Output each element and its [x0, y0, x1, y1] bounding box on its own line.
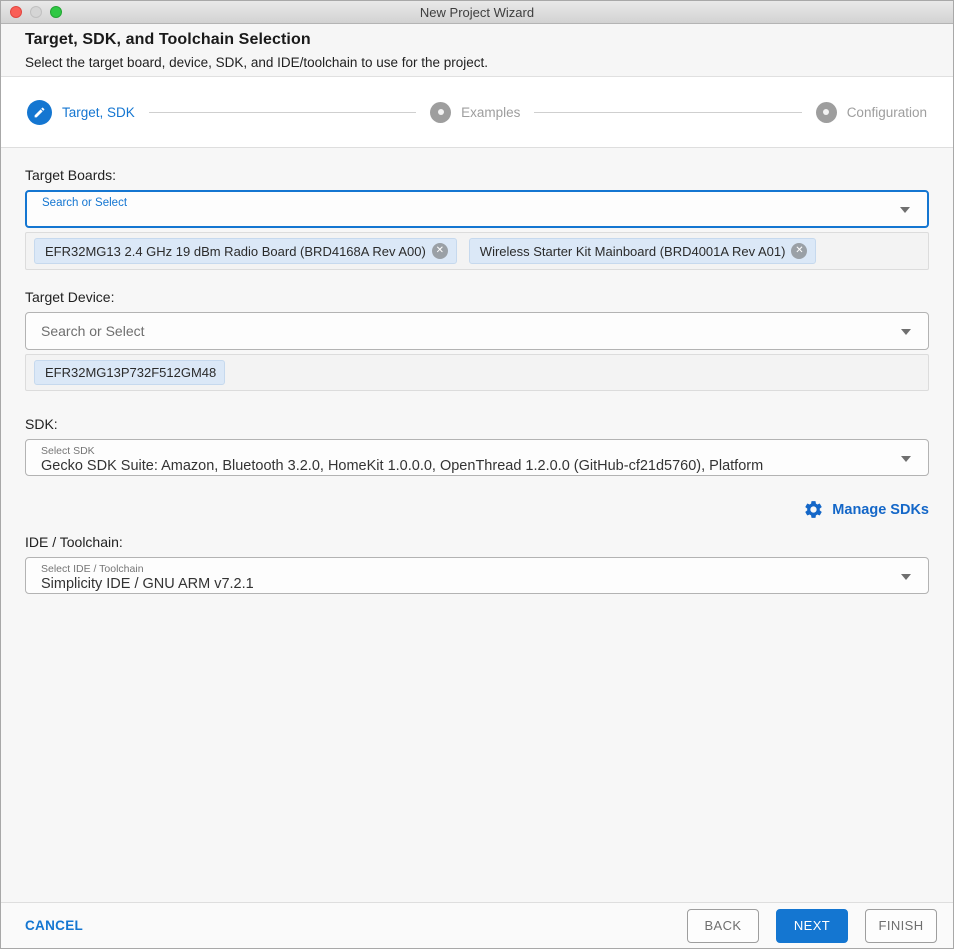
target-device-label: Target Device: [25, 289, 115, 305]
target-boards-combobox[interactable]: Search or Select [25, 190, 929, 228]
target-boards-label: Target Boards: [25, 167, 117, 183]
target-boards-chip-row: EFR32MG13 2.4 GHz 19 dBm Radio Board (BR… [25, 232, 929, 270]
stepper-connector [148, 111, 417, 113]
back-button[interactable]: BACK [687, 908, 759, 943]
ide-toolchain-combobox[interactable]: Select IDE / Toolchain Simplicity IDE / … [25, 557, 929, 594]
target-boards-placeholder: Search or Select [42, 197, 128, 209]
window-title: New Project Wizard [419, 4, 535, 20]
board-chip-label: EFR32MG13 2.4 GHz 19 dBm Radio Board (BR… [45, 243, 426, 259]
page-title: Target, SDK, and Toolchain Selection [25, 31, 311, 48]
target-device-chip-row: EFR32MG13P732F512GM48 [25, 354, 929, 391]
page-subtitle: Select the target board, device, SDK, an… [25, 55, 489, 70]
finish-button[interactable]: FINISH [865, 908, 937, 943]
manage-sdks-button[interactable]: Manage SDKs [803, 499, 929, 520]
wizard-content: Target Boards: Search or Select EFR32MG1… [1, 148, 953, 902]
step-label: Target, SDK [62, 104, 135, 120]
step-label: Examples [461, 104, 521, 120]
step-dot-icon [430, 101, 452, 123]
step-label: Configuration [846, 104, 927, 120]
board-chip: EFR32MG13 2.4 GHz 19 dBm Radio Board (BR… [34, 238, 457, 264]
titlebar: New Project Wizard [1, 1, 953, 24]
chevron-down-icon[interactable] [900, 207, 910, 213]
target-device-combobox[interactable]: Search or Select [25, 312, 929, 350]
remove-chip-icon[interactable]: ✕ [791, 243, 808, 259]
target-device-placeholder: Search or Select [41, 323, 145, 339]
device-chip-label: EFR32MG13P732F512GM48 [45, 365, 217, 380]
board-chip: Wireless Starter Kit Mainboard (BRD4001A… [468, 238, 817, 264]
manage-sdks-label: Manage SDKs [832, 501, 929, 518]
wizard-stepper: Target, SDK Examples Configuration [1, 77, 953, 148]
device-chip: EFR32MG13P732F512GM48 [34, 360, 226, 385]
footer-buttons: BACK NEXT FINISH [687, 908, 937, 943]
board-chip-label: Wireless Starter Kit Mainboard (BRD4001A… [479, 243, 786, 259]
ide-select-label: Select IDE / Toolchain [41, 563, 144, 575]
wizard-header: Target, SDK, and Toolchain Selection Sel… [1, 24, 953, 77]
ide-toolchain-label: IDE / Toolchain: [25, 534, 123, 550]
new-project-wizard-window: New Project Wizard Target, SDK, and Tool… [0, 0, 954, 949]
step-examples[interactable]: Examples [430, 101, 521, 123]
manage-sdks-row: Manage SDKs [25, 499, 929, 520]
chevron-down-icon[interactable] [901, 329, 911, 335]
chevron-down-icon[interactable] [901, 455, 911, 462]
gear-icon [805, 501, 822, 518]
next-button[interactable]: NEXT [776, 908, 848, 943]
pencil-icon [27, 99, 52, 125]
cancel-button[interactable]: CANCEL [25, 918, 83, 933]
sdk-combobox[interactable]: Select SDK Gecko SDK Suite: Amazon, Blue… [25, 439, 929, 476]
stepper-connector [534, 111, 802, 113]
step-configuration[interactable]: Configuration [815, 101, 927, 123]
sdk-label: SDK: [25, 416, 58, 432]
remove-chip-icon[interactable]: ✕ [431, 243, 448, 259]
sdk-value: Gecko SDK Suite: Amazon, Bluetooth 3.2.0… [41, 458, 764, 474]
step-dot-icon [815, 101, 837, 123]
chevron-down-icon[interactable] [901, 573, 911, 580]
sdk-select-label: Select SDK [41, 445, 95, 457]
wizard-footer: CANCEL BACK NEXT FINISH [1, 902, 953, 948]
step-target-sdk[interactable]: Target, SDK [27, 99, 135, 125]
ide-value: Simplicity IDE / GNU ARM v7.2.1 [41, 576, 254, 592]
